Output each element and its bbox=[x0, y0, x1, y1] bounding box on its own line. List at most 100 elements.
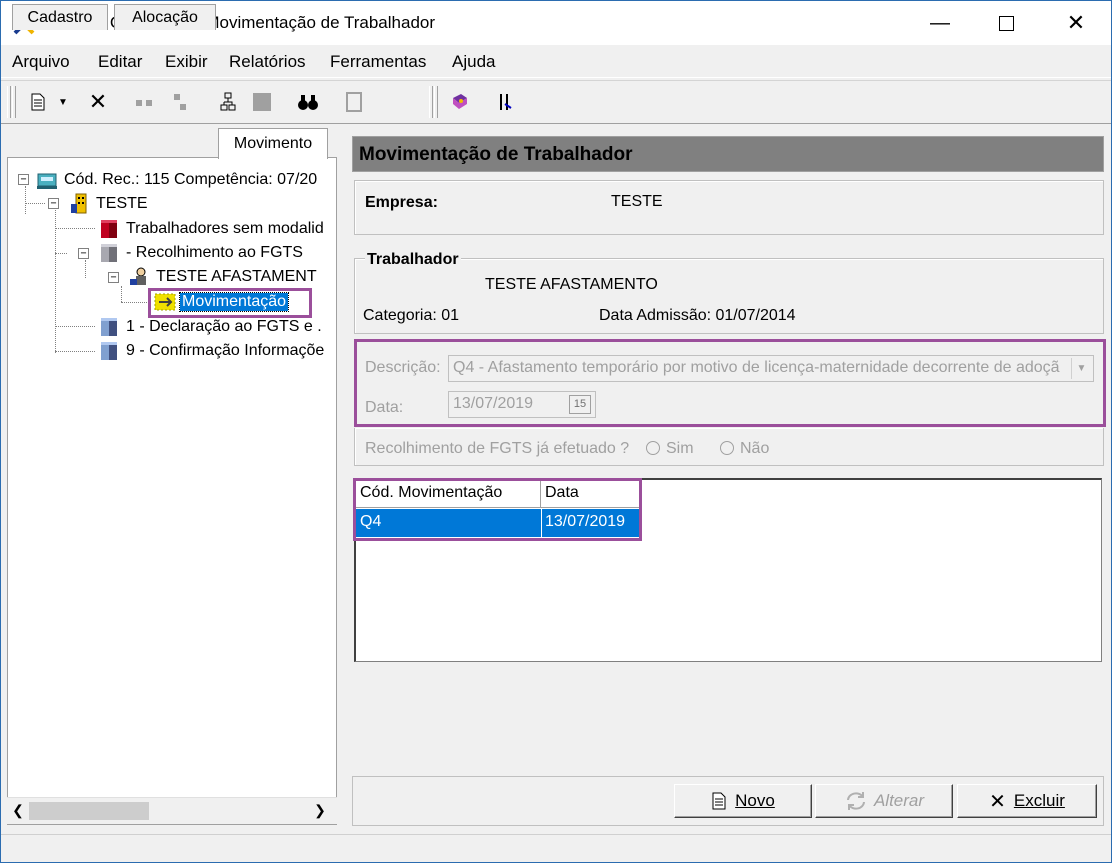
excluir-button[interactable]: ✕ Excluir bbox=[957, 784, 1097, 818]
tree-line bbox=[55, 326, 95, 327]
tree-collapse-toggle[interactable]: − bbox=[18, 174, 29, 185]
cash-register-icon bbox=[37, 173, 57, 189]
exit-button[interactable] bbox=[491, 87, 521, 117]
table-row[interactable]: Q4 13/07/2019 bbox=[356, 509, 640, 537]
fgts-group bbox=[354, 428, 1104, 466]
tree-line bbox=[55, 210, 56, 353]
tree-item-declaracao[interactable]: 1 - Declaração ao FGTS e . bbox=[98, 316, 322, 338]
column-header-cod[interactable]: Cód. Movimentação bbox=[356, 480, 541, 508]
tree-label: TESTE AFASTAMENT bbox=[156, 268, 317, 285]
move-icon bbox=[136, 100, 152, 106]
scroll-left-icon[interactable]: ❮ bbox=[9, 802, 27, 820]
tree-item-no-mode[interactable]: Trabalhadores sem modalid bbox=[98, 218, 324, 240]
tree-line bbox=[85, 260, 86, 278]
close-button[interactable]: ✕ bbox=[1053, 1, 1099, 45]
exit-icon bbox=[500, 94, 512, 110]
book-icon bbox=[453, 94, 467, 109]
status-bar bbox=[1, 834, 1111, 862]
calculator-disabled-button[interactable] bbox=[339, 87, 369, 117]
scrollbar-thumb[interactable] bbox=[29, 802, 149, 820]
link-disabled-button[interactable] bbox=[165, 87, 195, 117]
tree-line bbox=[55, 351, 95, 352]
calendar-icon[interactable]: 15 bbox=[569, 395, 591, 414]
dropdown-arrow-icon[interactable]: ▼ bbox=[1071, 358, 1091, 379]
menu-ajuda[interactable]: Ajuda bbox=[452, 52, 495, 72]
tab-movimento[interactable]: Movimento bbox=[218, 128, 328, 159]
tree-item-recolhimento[interactable]: - Recolhimento ao FGTS bbox=[98, 242, 303, 264]
tree-item-movimentacao[interactable]: Movimentação bbox=[154, 291, 290, 313]
tree-label: TESTE bbox=[96, 195, 148, 212]
toolbar: ▼ ✕ bbox=[1, 80, 1111, 124]
empresa-value: TESTE bbox=[611, 193, 663, 210]
cell-cod: Q4 bbox=[360, 513, 382, 530]
tree-collapse-toggle[interactable]: − bbox=[108, 272, 119, 283]
file-blue-icon bbox=[101, 342, 117, 360]
delete-toolbar-button[interactable]: ✕ bbox=[83, 87, 113, 117]
tree-horizontal-scrollbar[interactable]: ❮ ❯ bbox=[7, 797, 337, 824]
search-button[interactable] bbox=[293, 87, 323, 117]
tree-label: Cód. Rec.: 115 Competência: 07/20 bbox=[64, 171, 318, 188]
trabalhador-group-title: Trabalhador bbox=[365, 251, 461, 269]
file-gray-icon bbox=[101, 244, 117, 262]
stop-disabled-button[interactable] bbox=[247, 87, 277, 117]
data-input[interactable]: 13/07/2019 15 bbox=[448, 391, 596, 418]
column-header-data[interactable]: Data bbox=[541, 480, 640, 508]
hierarchy-icon bbox=[220, 92, 236, 111]
dropdown-arrow-icon: ▼ bbox=[58, 96, 68, 108]
new-dropdown-button[interactable]: ▼ bbox=[53, 87, 73, 117]
tree-item-root[interactable]: Cód. Rec.: 115 Competência: 07/20 bbox=[36, 169, 317, 191]
x-icon: ✕ bbox=[989, 790, 1006, 813]
data-admissao-text: Data Admissão: 01/07/2014 bbox=[599, 307, 796, 324]
tree-label: 9 - Confirmação Informaçõe bbox=[126, 342, 325, 359]
empresa-group: Empresa: TESTE bbox=[354, 180, 1104, 235]
menu-ferramentas[interactable]: Ferramentas bbox=[330, 52, 426, 72]
tree-line bbox=[121, 286, 122, 302]
new-document-button[interactable] bbox=[23, 87, 53, 117]
tab-cadastro[interactable]: Cadastro bbox=[12, 4, 108, 30]
tree-label: Trabalhadores sem modalid bbox=[126, 220, 324, 237]
refresh-icon bbox=[846, 792, 865, 810]
cell-divider bbox=[541, 509, 542, 537]
tree-collapse-toggle[interactable]: − bbox=[78, 248, 89, 259]
tree-item-confirmacao[interactable]: 9 - Confirmação Informaçõe bbox=[98, 340, 324, 362]
maximize-button[interactable] bbox=[983, 1, 1029, 45]
menu-exibir[interactable]: Exibir bbox=[165, 52, 208, 72]
move-disabled-button[interactable] bbox=[129, 87, 159, 117]
novo-label: Novo bbox=[735, 791, 775, 810]
toolbar-grip bbox=[434, 86, 438, 118]
cell-data: 13/07/2019 bbox=[545, 513, 626, 530]
maximize-icon bbox=[998, 15, 1014, 31]
novo-button[interactable]: Novo bbox=[674, 784, 812, 818]
excluir-label: Excluir bbox=[1013, 791, 1065, 810]
new-document-icon bbox=[712, 792, 726, 810]
tab-alocacao[interactable]: Alocação bbox=[114, 4, 216, 30]
close-icon: ✕ bbox=[1066, 10, 1086, 35]
scroll-right-icon[interactable]: ❯ bbox=[311, 802, 329, 820]
alterar-button[interactable]: Alterar bbox=[815, 784, 953, 818]
tree-line bbox=[55, 253, 67, 254]
menu-editar[interactable]: Editar bbox=[98, 52, 142, 72]
trabalhador-group: Trabalhador TESTE AFASTAMENTO Categoria:… bbox=[354, 251, 1104, 334]
tree-label: 1 - Declaração ao FGTS e . bbox=[126, 318, 322, 335]
tree-label: Movimentação bbox=[178, 292, 290, 312]
menu-arquivo[interactable]: Arquivo bbox=[12, 52, 70, 72]
toolbar-grip bbox=[12, 86, 16, 118]
hierarchy-button[interactable] bbox=[213, 87, 243, 117]
data-value: 13/07/2019 bbox=[453, 395, 534, 412]
toolbar-grip bbox=[429, 86, 433, 118]
data-label: Data: bbox=[365, 399, 404, 416]
menu-relatorios[interactable]: Relatórios bbox=[229, 52, 306, 72]
empresa-label: Empresa: bbox=[365, 194, 438, 211]
minimize-button[interactable]: — bbox=[917, 1, 963, 45]
binoculars-icon bbox=[298, 95, 318, 110]
tree-item-worker[interactable]: TESTE AFASTAMENT bbox=[128, 266, 317, 288]
tree-item-company[interactable]: TESTE bbox=[68, 193, 148, 215]
document-icon bbox=[31, 93, 45, 111]
movimentacao-list[interactable]: Cód. Movimentação Data Q4 13/07/2019 bbox=[354, 478, 1102, 662]
categoria-text: Categoria: 01 bbox=[363, 307, 460, 324]
tree-collapse-toggle[interactable]: − bbox=[48, 198, 59, 209]
help-book-button[interactable] bbox=[445, 87, 475, 117]
descricao-select[interactable]: Q4 - Afastamento temporário por motivo d… bbox=[448, 355, 1094, 382]
tree-line bbox=[25, 186, 26, 214]
x-icon: ✕ bbox=[88, 89, 108, 114]
